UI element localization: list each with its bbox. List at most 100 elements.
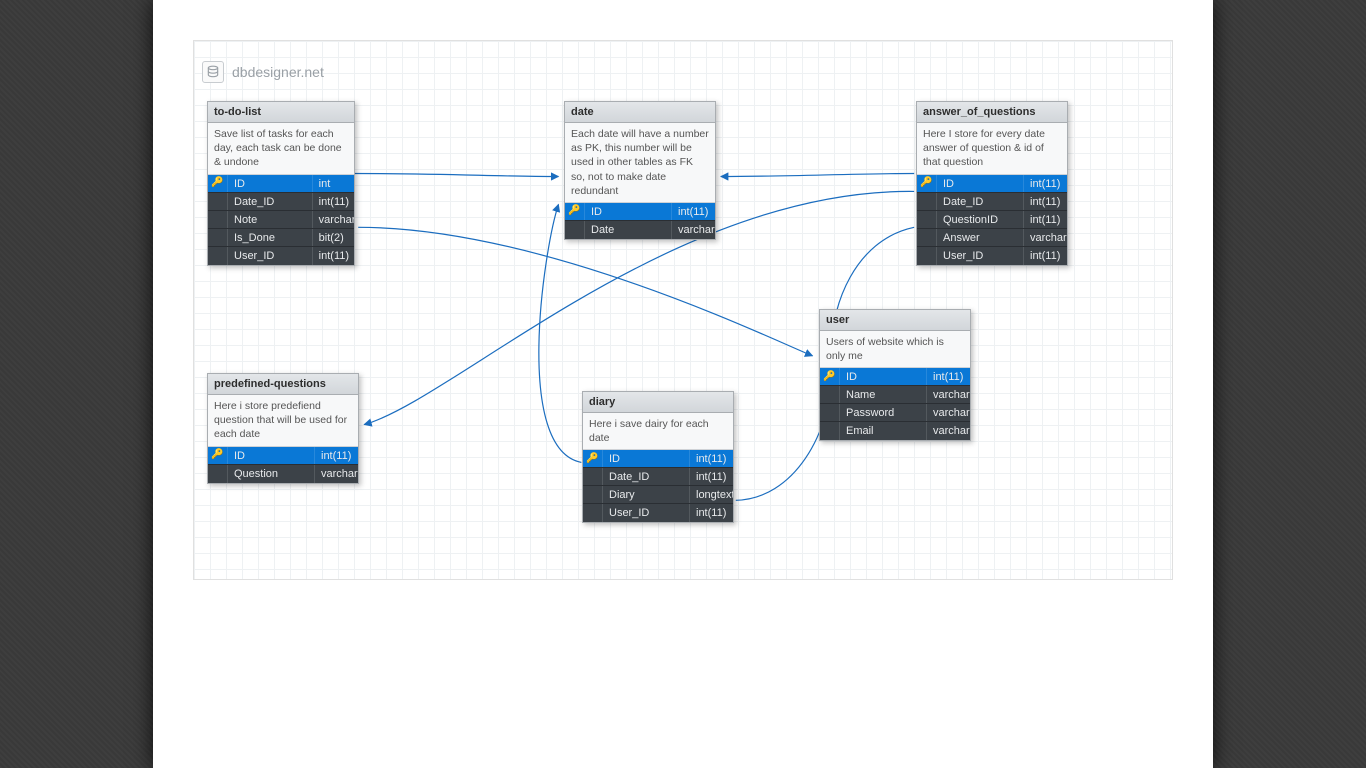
table-row[interactable]: Passwordvarchar(255) bbox=[820, 404, 970, 422]
key-icon bbox=[820, 422, 840, 440]
column-name: User_ID bbox=[603, 504, 690, 522]
table-title[interactable]: date bbox=[565, 102, 715, 123]
table-row[interactable]: 🔑IDint(11) bbox=[208, 447, 358, 465]
key-icon bbox=[208, 211, 228, 228]
table-todolist[interactable]: to-do-listSave list of tasks for each da… bbox=[207, 101, 355, 266]
table-row[interactable]: Date_IDint(11) bbox=[208, 193, 354, 211]
column-name: ID bbox=[228, 175, 313, 192]
table-row[interactable]: Date_IDint(11) bbox=[583, 468, 733, 486]
column-name: Diary bbox=[603, 486, 690, 503]
table-row[interactable]: 🔑IDint(11) bbox=[565, 203, 715, 221]
column-type: bit(2) bbox=[313, 229, 354, 246]
column-type: int(11) bbox=[1024, 193, 1067, 210]
table-row[interactable]: Questionvarchar(5000) bbox=[208, 465, 358, 483]
key-icon: 🔑 bbox=[208, 175, 228, 192]
column-type: varchar(2000) bbox=[313, 211, 354, 228]
column-name: Note bbox=[228, 211, 313, 228]
table-row[interactable]: 🔑IDint(11) bbox=[820, 368, 970, 386]
column-type: varchar(255) bbox=[927, 422, 970, 440]
table-title[interactable]: user bbox=[820, 310, 970, 331]
column-type: int(11) bbox=[1024, 175, 1067, 192]
table-row[interactable]: User_IDint(11) bbox=[583, 504, 733, 522]
table-row[interactable]: Is_Donebit(2) bbox=[208, 229, 354, 247]
column-name: Answer bbox=[937, 229, 1024, 246]
table-row[interactable]: 🔑IDint bbox=[208, 175, 354, 193]
column-name: ID bbox=[603, 450, 690, 467]
column-type: varchar bbox=[1024, 229, 1067, 246]
key-icon: 🔑 bbox=[565, 203, 585, 220]
table-title[interactable]: to-do-list bbox=[208, 102, 354, 123]
column-type: longtext bbox=[690, 486, 733, 503]
column-name: Password bbox=[840, 404, 927, 421]
column-type: int(11) bbox=[690, 468, 733, 485]
relation-edge bbox=[736, 365, 833, 500]
database-icon bbox=[202, 61, 224, 83]
column-name: QuestionID bbox=[937, 211, 1024, 228]
table-row[interactable]: Namevarchar(255) bbox=[820, 386, 970, 404]
column-name: ID bbox=[585, 203, 672, 220]
table-row[interactable]: Date_IDint(11) bbox=[917, 193, 1067, 211]
column-name: Date_ID bbox=[937, 193, 1024, 210]
diagram-canvas[interactable]: dbdesigner.net to-do-listSave list of ta… bbox=[193, 40, 1173, 580]
table-row[interactable]: 🔑IDint(11) bbox=[583, 450, 733, 468]
column-name: Name bbox=[840, 386, 927, 403]
relation-edge bbox=[721, 174, 914, 177]
column-type: varchar(255) bbox=[927, 404, 970, 421]
column-name: Date bbox=[585, 221, 672, 239]
key-icon: 🔑 bbox=[917, 175, 937, 192]
table-user[interactable]: userUsers of website which is only me🔑ID… bbox=[819, 309, 971, 441]
key-icon bbox=[583, 468, 603, 485]
column-name: Email bbox=[840, 422, 927, 440]
table-row[interactable]: User_IDint(11) bbox=[208, 247, 354, 265]
relation-edge bbox=[539, 204, 582, 462]
column-name: Is_Done bbox=[228, 229, 313, 246]
table-desc: Here i store predefiend question that wi… bbox=[208, 395, 358, 447]
key-icon bbox=[208, 229, 228, 246]
table-desc: Here I store for every date answer of qu… bbox=[917, 123, 1067, 175]
table-desc: Save list of tasks for each day, each ta… bbox=[208, 123, 354, 175]
column-type: varchar(50) bbox=[672, 221, 715, 239]
column-type: int bbox=[313, 175, 354, 192]
key-icon bbox=[208, 193, 228, 210]
table-date[interactable]: dateEach date will have a number as PK, … bbox=[564, 101, 716, 240]
table-diary[interactable]: diaryHere i save dairy for each date🔑IDi… bbox=[582, 391, 734, 523]
key-icon bbox=[208, 247, 228, 265]
key-icon: 🔑 bbox=[820, 368, 840, 385]
table-row[interactable]: Emailvarchar(255) bbox=[820, 422, 970, 440]
table-title[interactable]: predefined-questions bbox=[208, 374, 358, 395]
table-predef[interactable]: predefined-questionsHere i store predefi… bbox=[207, 373, 359, 484]
column-name: User_ID bbox=[937, 247, 1024, 265]
column-type: int(11) bbox=[1024, 247, 1067, 265]
table-row[interactable]: QuestionIDint(11) bbox=[917, 211, 1067, 229]
key-icon: 🔑 bbox=[583, 450, 603, 467]
column-type: int(11) bbox=[1024, 211, 1067, 228]
key-icon bbox=[208, 465, 228, 483]
table-row[interactable]: Answervarchar bbox=[917, 229, 1067, 247]
table-title[interactable]: diary bbox=[583, 392, 733, 413]
column-name: Date_ID bbox=[603, 468, 690, 485]
table-row[interactable]: User_IDint(11) bbox=[917, 247, 1067, 265]
column-type: int(11) bbox=[690, 450, 733, 467]
table-row[interactable]: 🔑IDint(11) bbox=[917, 175, 1067, 193]
table-row[interactable]: Diarylongtext bbox=[583, 486, 733, 504]
key-icon bbox=[917, 193, 937, 210]
table-desc: Each date will have a number as PK, this… bbox=[565, 123, 715, 203]
table-desc: Users of website which is only me bbox=[820, 331, 970, 368]
key-icon bbox=[917, 211, 937, 228]
key-icon bbox=[917, 229, 937, 246]
table-answer[interactable]: answer_of_questionsHere I store for ever… bbox=[916, 101, 1068, 266]
relation-edge bbox=[358, 227, 812, 356]
column-name: ID bbox=[228, 447, 315, 464]
column-type: int(11) bbox=[313, 247, 354, 265]
column-type: varchar(255) bbox=[927, 386, 970, 403]
key-icon bbox=[565, 221, 585, 239]
relation-edge bbox=[354, 174, 558, 177]
page: dbdesigner.net to-do-listSave list of ta… bbox=[153, 0, 1213, 768]
column-name: Date_ID bbox=[228, 193, 313, 210]
column-name: ID bbox=[840, 368, 927, 385]
table-row[interactable]: Notevarchar(2000) bbox=[208, 211, 354, 229]
table-row[interactable]: Datevarchar(50) bbox=[565, 221, 715, 239]
key-icon bbox=[820, 404, 840, 421]
brand: dbdesigner.net bbox=[202, 61, 324, 83]
table-title[interactable]: answer_of_questions bbox=[917, 102, 1067, 123]
